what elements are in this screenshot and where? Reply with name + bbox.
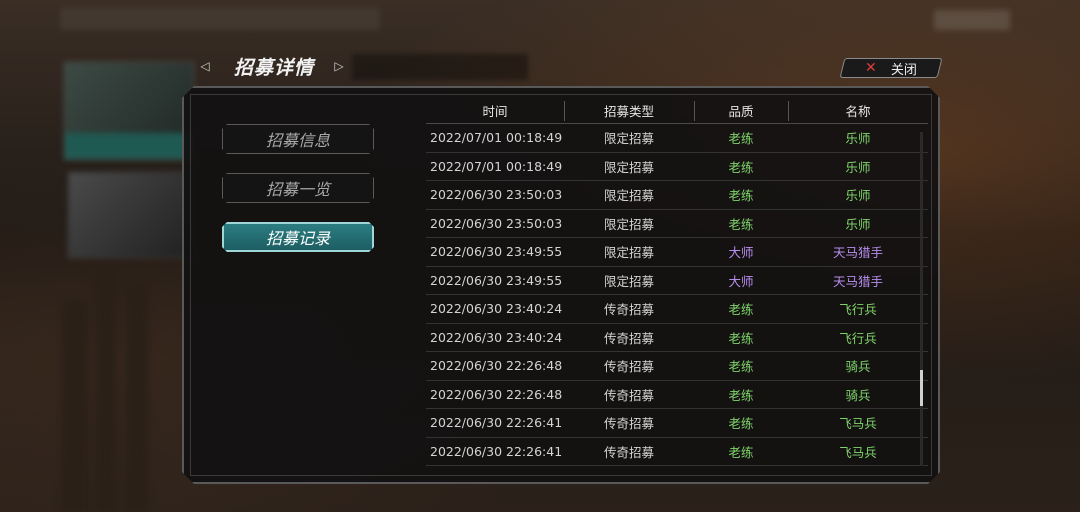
recruit-details-panel: 招募信息 招募一览 招募记录 时间 招募类型 品质 名称 2022/07/01 … <box>182 86 940 484</box>
cell-quality: 老练 <box>728 216 754 232</box>
cell-name: 飞马兵 <box>839 444 877 460</box>
cell-quality: 老练 <box>728 330 754 346</box>
cell-name: 骑兵 <box>845 387 871 403</box>
cell-quality: 老练 <box>728 188 754 204</box>
scrollbar-thumb[interactable] <box>920 370 923 406</box>
background-pillar <box>96 270 116 512</box>
recruit-records-table: 时间 招募类型 品质 名称 2022/07/01 00:18:49 限定招募 老练乐… <box>426 98 928 466</box>
cell-type: 限定招募 <box>603 131 654 147</box>
page-header: ◁ 招募详情 ▷ <box>196 52 348 80</box>
column-header-name: 名称 <box>788 98 928 123</box>
table-row[interactable]: 2022/06/30 22:26:48 传奇招募 老练 骑兵 <box>426 381 928 410</box>
cell-type: 传奇招募 <box>603 444 654 460</box>
background-pillar <box>62 300 88 512</box>
prev-arrow-icon[interactable]: ◁ <box>196 57 214 75</box>
cell-time: 2022/06/30 23:49:55 <box>430 272 563 288</box>
cell-type: 限定招募 <box>603 273 654 289</box>
cell-time: 2022/06/30 23:40:24 <box>430 329 563 345</box>
cell-quality: 大师 <box>728 273 754 289</box>
column-header-type: 招募类型 <box>564 98 694 123</box>
background-thumbnail <box>68 172 194 258</box>
cell-quality: 老练 <box>728 444 754 460</box>
close-label: 关闭 <box>890 62 917 78</box>
cell-time: 2022/06/30 22:26:41 <box>430 415 563 431</box>
table-header: 时间 招募类型 品质 名称 <box>426 98 928 124</box>
cell-time: 2022/06/30 23:50:03 <box>430 215 563 231</box>
table-row[interactable]: 2022/06/30 23:40:24 传奇招募 老练 飞行兵 <box>426 324 928 353</box>
cell-type: 传奇招募 <box>603 416 654 432</box>
background-top-bar <box>60 8 380 30</box>
cell-type: 传奇招募 <box>603 387 654 403</box>
table-row[interactable]: 2022/06/30 23:50:03 限定招募 老练 乐师 <box>426 210 928 239</box>
page-title: 招募详情 <box>234 56 315 79</box>
table-row[interactable]: 2022/06/30 22:26:48 传奇招募 老练 骑兵 <box>426 352 928 381</box>
column-header-time: 时间 <box>482 104 508 119</box>
cell-time: 2022/07/01 00:18:49 <box>430 130 563 146</box>
cell-time: 2022/06/30 22:26:48 <box>430 386 563 402</box>
table-row[interactable]: 2022/06/30 22:26:41 传奇招募 老练 飞马兵 <box>426 438 928 467</box>
tab-recruit-records[interactable]: 招募记录 <box>222 222 374 252</box>
cell-time: 2022/06/30 23:49:55 <box>430 244 563 260</box>
cell-time: 2022/07/01 00:18:49 <box>430 158 563 174</box>
cell-name: 飞行兵 <box>839 330 877 346</box>
background-description <box>352 54 528 80</box>
cell-type: 限定招募 <box>603 159 654 175</box>
close-icon: ✕ <box>865 60 877 76</box>
table-row[interactable]: 2022/06/30 23:49:55 限定招募 大师 天马猎手 <box>426 267 928 296</box>
background-pillar <box>126 285 148 512</box>
table-row[interactable]: 2022/07/01 00:18:49 限定招募 老练 乐师 <box>426 153 928 182</box>
cell-type: 限定招募 <box>603 216 654 232</box>
close-button[interactable]: ✕ 关闭 <box>839 58 943 78</box>
cell-name: 乐师 <box>845 159 871 175</box>
cell-name: 天马猎手 <box>832 273 883 289</box>
table-row[interactable]: 2022/06/30 23:49:55 限定招募 大师 天马猎手 <box>426 238 928 267</box>
cell-name: 飞行兵 <box>839 302 877 318</box>
cell-time: 2022/06/30 22:26:48 <box>430 358 563 374</box>
cell-name: 乐师 <box>845 216 871 232</box>
cell-name: 乐师 <box>845 188 871 204</box>
table-scrollbar[interactable] <box>920 132 923 466</box>
table-row[interactable]: 2022/06/30 23:50:03 限定招募 老练 乐师 <box>426 181 928 210</box>
cell-type: 限定招募 <box>603 188 654 204</box>
cell-name: 乐师 <box>845 131 871 147</box>
table-row[interactable]: 2022/06/30 23:40:24 传奇招募 老练 飞行兵 <box>426 295 928 324</box>
table-body[interactable]: 2022/07/01 00:18:49 限定招募 老练 乐师 2022/07/01 00… <box>426 124 928 466</box>
cell-type: 传奇招募 <box>603 302 654 318</box>
tab-recruit-info[interactable]: 招募信息 <box>222 124 374 154</box>
cell-time: 2022/06/30 22:26:41 <box>430 443 563 459</box>
cell-type: 传奇招募 <box>603 330 654 346</box>
cell-type: 传奇招募 <box>603 359 654 375</box>
tab-recruit-overview[interactable]: 招募一览 <box>222 173 374 203</box>
column-header-quality: 品质 <box>694 98 788 123</box>
cell-type: 限定招募 <box>603 245 654 261</box>
cell-quality: 老练 <box>728 387 754 403</box>
cell-time: 2022/06/30 23:50:03 <box>430 187 563 203</box>
cell-quality: 老练 <box>728 302 754 318</box>
background-thumbnail <box>64 62 194 160</box>
next-arrow-icon[interactable]: ▷ <box>330 57 348 75</box>
cell-name: 骑兵 <box>845 359 871 375</box>
table-row[interactable]: 2022/06/30 22:26:41 传奇招募 老练 飞马兵 <box>426 409 928 438</box>
cell-time: 2022/06/30 23:40:24 <box>430 301 563 317</box>
cell-quality: 老练 <box>728 416 754 432</box>
cell-quality: 老练 <box>728 159 754 175</box>
cell-quality: 大师 <box>728 245 754 261</box>
cell-quality: 老练 <box>728 359 754 375</box>
cell-quality: 老练 <box>728 131 754 147</box>
table-row[interactable]: 2022/07/01 00:18:49 限定招募 老练 乐师 <box>426 124 928 153</box>
cell-name: 天马猎手 <box>832 245 883 261</box>
cell-name: 飞马兵 <box>839 416 877 432</box>
background-top-right-widget <box>934 10 1010 30</box>
